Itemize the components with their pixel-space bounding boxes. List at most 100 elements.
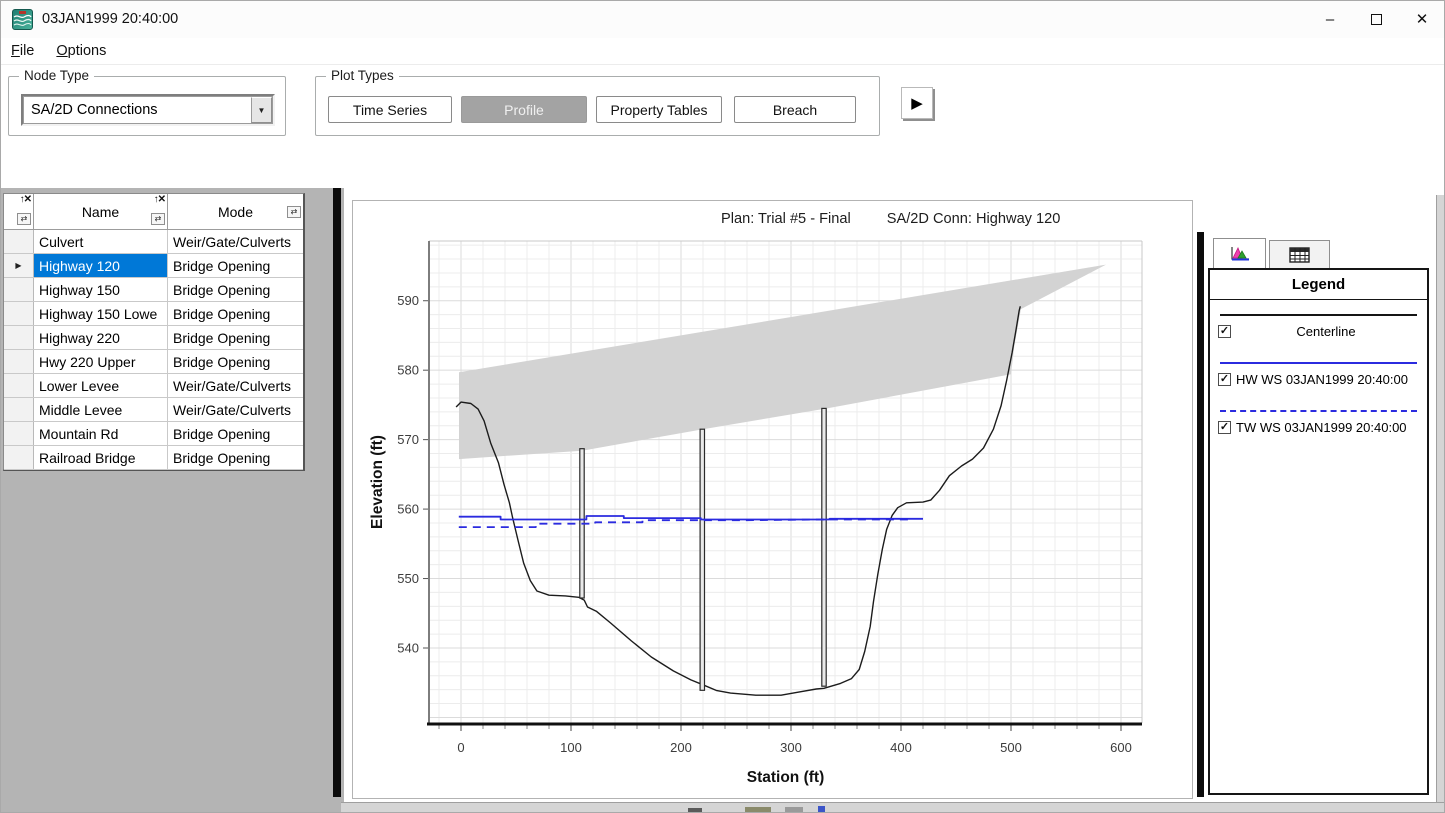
table-row-railroad-bridge[interactable]: Railroad BridgeBridge Opening bbox=[4, 446, 303, 470]
cell-name[interactable]: Highway 120 bbox=[34, 254, 168, 277]
tab-table-view[interactable] bbox=[1269, 240, 1330, 269]
table-corner-cell[interactable]: ↑✕ ⇄ bbox=[4, 194, 34, 229]
legend-checkbox[interactable]: ✓ bbox=[1218, 325, 1231, 338]
cell-mode[interactable]: Bridge Opening bbox=[168, 254, 303, 277]
x-tick-label: 100 bbox=[560, 740, 582, 755]
animate-button[interactable]: ▶ bbox=[901, 87, 933, 119]
cell-mode[interactable]: Weir/Gate/Culverts bbox=[168, 398, 303, 421]
cell-mode[interactable]: Bridge Opening bbox=[168, 422, 303, 445]
plot-type-button-breach[interactable]: Breach bbox=[734, 96, 856, 123]
chart-title-plan: Plan: Trial #5 - Final bbox=[721, 211, 851, 227]
node-type-dropdown[interactable]: SA/2D Connections ▼ bbox=[21, 94, 275, 126]
cell-name[interactable]: Highway 220 bbox=[34, 326, 168, 349]
dropdown-arrow-button[interactable]: ▼ bbox=[251, 97, 272, 123]
menu-file[interactable]: File bbox=[11, 43, 34, 59]
x-tick-label: 400 bbox=[890, 740, 912, 755]
legend-line-sample-solid-blue bbox=[1220, 362, 1417, 364]
menu-options[interactable]: Options bbox=[56, 43, 106, 59]
cell-name[interactable]: Middle Levee bbox=[34, 398, 168, 421]
y-tick-label: 560 bbox=[397, 502, 419, 517]
column-adjust-icon[interactable]: ⇄ bbox=[151, 213, 165, 225]
left-splitter-handle[interactable] bbox=[333, 188, 341, 797]
cell-name[interactable]: Culvert bbox=[34, 230, 168, 253]
cell-mode[interactable]: Bridge Opening bbox=[168, 326, 303, 349]
cell-mode[interactable]: Bridge Opening bbox=[168, 278, 303, 301]
right-splitter-handle[interactable] bbox=[1197, 232, 1204, 797]
close-button[interactable]: ✕ bbox=[1399, 0, 1445, 38]
y-tick-label: 590 bbox=[397, 293, 419, 308]
legend-header: Legend bbox=[1210, 270, 1427, 300]
connections-table: ↑✕ ⇄ Name ↑✕ ⇄ Mode ⇄ CulvertWeir/Gate/C… bbox=[3, 193, 305, 471]
legend-checkbox[interactable]: ✓ bbox=[1218, 421, 1231, 434]
column-adjust-icon[interactable]: ⇄ bbox=[287, 206, 301, 218]
table-row-highway-150-lowe[interactable]: Highway 150 LoweBridge Opening bbox=[4, 302, 303, 326]
table-row-culvert[interactable]: CulvertWeir/Gate/Culverts bbox=[4, 230, 303, 254]
row-marker bbox=[4, 446, 34, 469]
plot-type-button-property-tables[interactable]: Property Tables bbox=[596, 96, 722, 123]
legend-checkbox[interactable]: ✓ bbox=[1218, 373, 1231, 386]
legend-label: Centerline bbox=[1231, 324, 1421, 339]
minimize-button[interactable]: – bbox=[1307, 0, 1353, 38]
row-marker bbox=[4, 422, 34, 445]
cell-name[interactable]: Highway 150 bbox=[34, 278, 168, 301]
y-axis-title: Elevation (ft) bbox=[369, 435, 387, 529]
table-row-highway-220[interactable]: Highway 220Bridge Opening bbox=[4, 326, 303, 350]
x-axis-title: Station (ft) bbox=[429, 769, 1142, 787]
legend-line-sample-dashed-blue bbox=[1220, 410, 1417, 412]
y-tick-label: 540 bbox=[397, 640, 419, 655]
legend-label: TW WS 03JAN1999 20:40:00 bbox=[1236, 420, 1407, 435]
legend-items: ✓Centerline✓HW WS 03JAN1999 20:40:00✓TW … bbox=[1210, 314, 1427, 435]
cell-name[interactable]: Hwy 220 Upper bbox=[34, 350, 168, 373]
tab-chart-view[interactable] bbox=[1213, 238, 1266, 269]
sort-close-icon[interactable]: ↑✕ bbox=[154, 195, 165, 205]
legend-item-hw-ws-03jan1999-20-40-00: ✓HW WS 03JAN1999 20:40:00 bbox=[1210, 362, 1427, 387]
chart-icon bbox=[1228, 244, 1252, 263]
bridge-pier-2 bbox=[700, 429, 704, 690]
cell-mode[interactable]: Bridge Opening bbox=[168, 302, 303, 325]
column-adjust-icon[interactable]: ⇄ bbox=[17, 213, 31, 225]
row-marker bbox=[4, 374, 34, 397]
plot-types-group-label: Plot Types bbox=[326, 68, 399, 83]
column-header-name-label: Name bbox=[82, 204, 119, 220]
background-window-bottom-edge bbox=[341, 802, 1445, 813]
sort-close-icon[interactable]: ↑✕ bbox=[20, 195, 31, 205]
table-row-hwy-220-upper[interactable]: Hwy 220 UpperBridge Opening bbox=[4, 350, 303, 374]
cell-name[interactable]: Lower Levee bbox=[34, 374, 168, 397]
background-window-right-edge bbox=[1436, 195, 1445, 813]
plot-type-button-time-series[interactable]: Time Series bbox=[328, 96, 452, 123]
cell-mode[interactable]: Weir/Gate/Culverts bbox=[168, 230, 303, 253]
profile-chart-svg: 0100200300400500600540550560570580590 bbox=[353, 201, 1192, 798]
legend-row: ✓Centerline bbox=[1218, 324, 1421, 339]
legend-row: ✓ TW WS 03JAN1999 20:40:00 bbox=[1218, 420, 1421, 435]
table-row-mountain-rd[interactable]: Mountain RdBridge Opening bbox=[4, 422, 303, 446]
plot-type-button-profile[interactable]: Profile bbox=[461, 96, 587, 123]
minimize-icon: – bbox=[1326, 11, 1334, 28]
node-type-group: Node Type SA/2D Connections ▼ bbox=[8, 76, 286, 136]
cell-mode[interactable]: Bridge Opening bbox=[168, 350, 303, 373]
table-row-lower-levee[interactable]: Lower LeveeWeir/Gate/Culverts bbox=[4, 374, 303, 398]
cell-name[interactable]: Highway 150 Lowe bbox=[34, 302, 168, 325]
table-row-middle-levee[interactable]: Middle LeveeWeir/Gate/Culverts bbox=[4, 398, 303, 422]
table-icon bbox=[1289, 247, 1310, 263]
profile-plot-panel: 0100200300400500600540550560570580590 Pl… bbox=[352, 200, 1193, 799]
y-tick-label: 570 bbox=[397, 432, 419, 447]
cell-name[interactable]: Mountain Rd bbox=[34, 422, 168, 445]
cell-mode[interactable]: Weir/Gate/Culverts bbox=[168, 374, 303, 397]
maximize-button[interactable] bbox=[1353, 0, 1399, 38]
row-marker: ▶ bbox=[4, 254, 34, 277]
chevron-down-icon: ▼ bbox=[258, 106, 266, 115]
cell-name[interactable]: Railroad Bridge bbox=[34, 446, 168, 469]
row-marker bbox=[4, 350, 34, 373]
row-marker bbox=[4, 278, 34, 301]
app-icon bbox=[12, 9, 33, 30]
row-marker bbox=[4, 326, 34, 349]
table-row-highway-150[interactable]: Highway 150Bridge Opening bbox=[4, 278, 303, 302]
play-icon: ▶ bbox=[911, 94, 923, 112]
cell-mode[interactable]: Bridge Opening bbox=[168, 446, 303, 469]
legend-line-sample-solid-black bbox=[1220, 314, 1417, 316]
column-header-mode-label: Mode bbox=[218, 204, 253, 220]
plot-types-group: Plot Types Time SeriesProfileProperty Ta… bbox=[315, 76, 880, 136]
column-header-name[interactable]: Name ↑✕ ⇄ bbox=[34, 194, 168, 229]
table-row-highway-120[interactable]: ▶Highway 120Bridge Opening bbox=[4, 254, 303, 278]
column-header-mode[interactable]: Mode ⇄ bbox=[168, 194, 303, 229]
